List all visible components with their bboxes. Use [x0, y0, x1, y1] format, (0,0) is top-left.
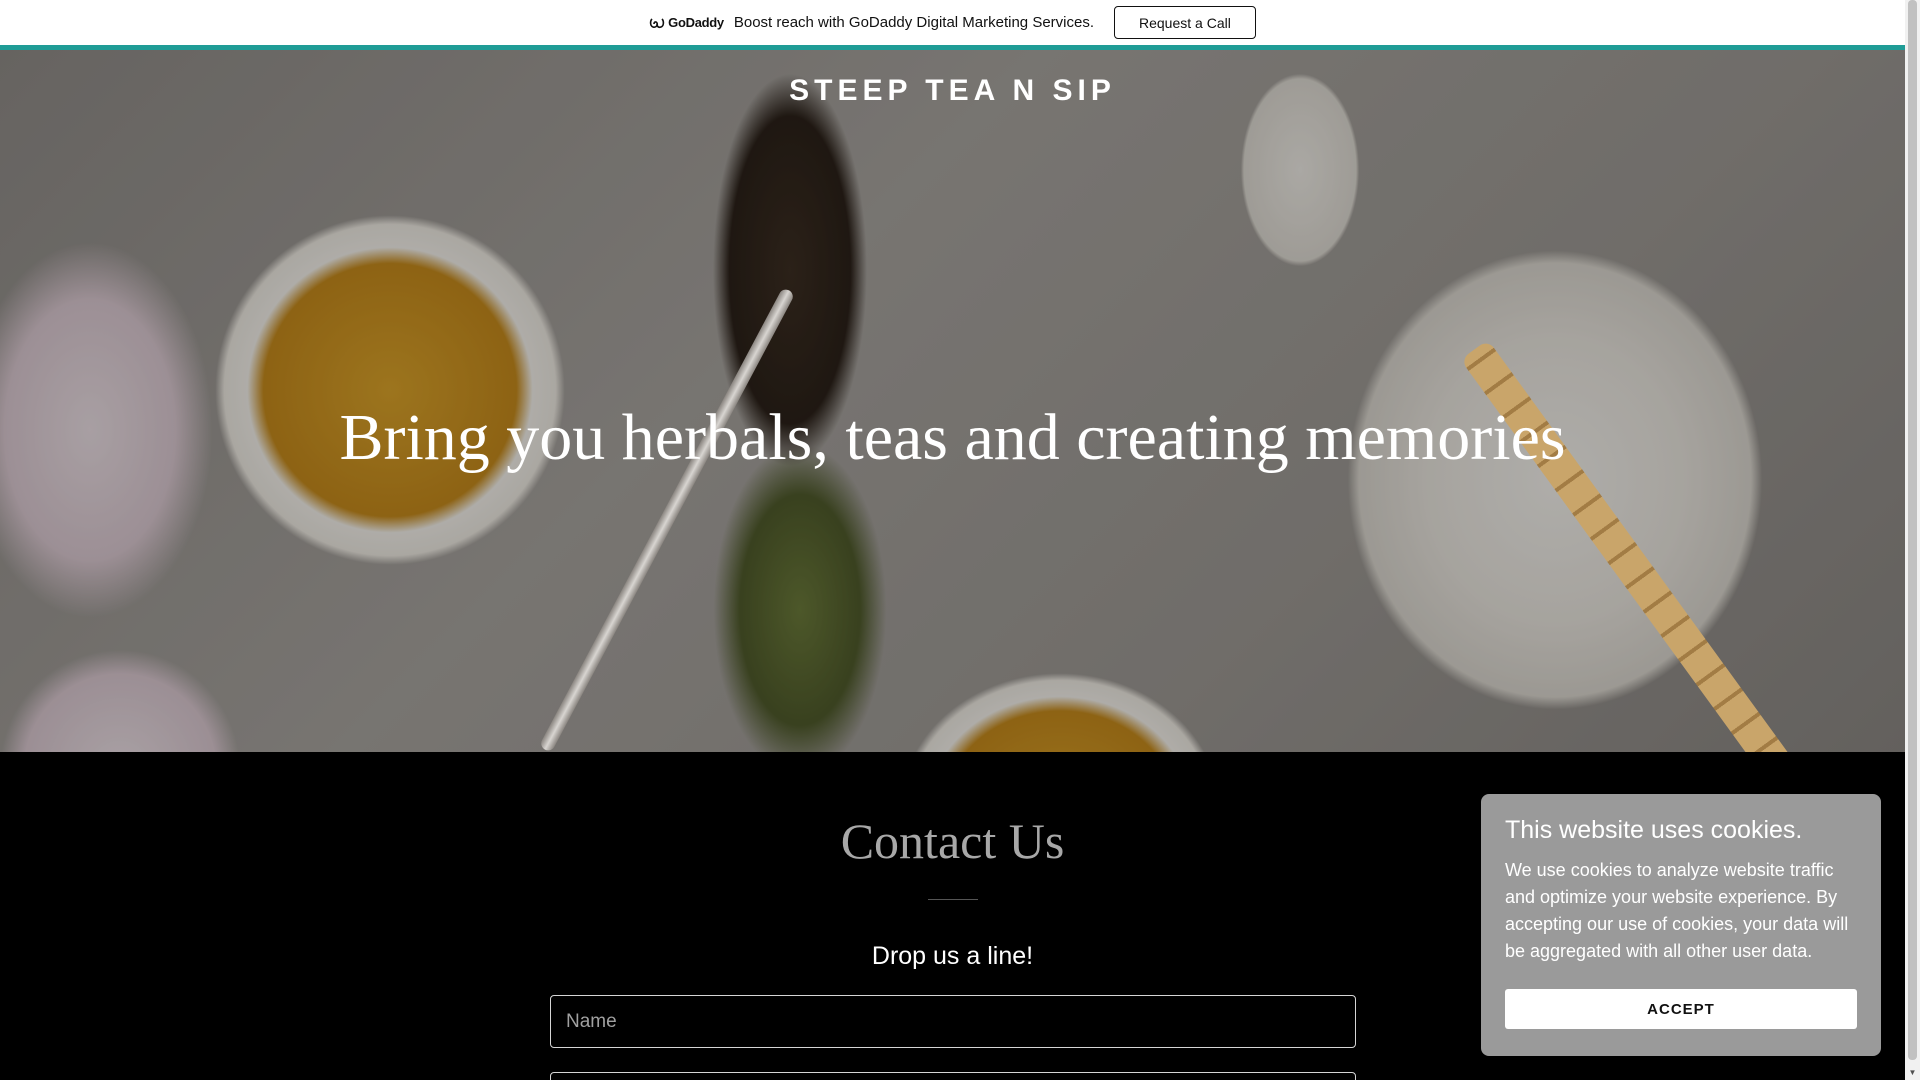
accept-cookies-button[interactable]: ACCEPT [1505, 989, 1857, 1029]
page-scrollbar[interactable]: ▼ [1905, 0, 1920, 1080]
hero-section: STEEP TEA N SIP Bring you herbals, teas … [0, 50, 1905, 752]
spoon-handle-decor [538, 287, 796, 752]
scroll-thumb[interactable] [1908, 0, 1917, 1060]
godaddy-logo-icon [649, 17, 665, 28]
site-title[interactable]: STEEP TEA N SIP [0, 74, 1905, 108]
promo-bar: GoDaddy Boost reach with GoDaddy Digital… [0, 0, 1905, 50]
godaddy-brand-text: GoDaddy [668, 15, 724, 30]
cookie-title: This website uses cookies. [1505, 816, 1803, 844]
promo-text: Boost reach with GoDaddy Digital Marketi… [733, 14, 1094, 31]
name-field[interactable] [550, 995, 1356, 1048]
chevron-down-icon[interactable]: ▼ [1905, 1065, 1920, 1080]
godaddy-logo: GoDaddy [649, 15, 724, 30]
request-call-button[interactable]: Request a Call [1114, 6, 1256, 39]
cookie-body: We use cookies to analyze website traffi… [1505, 860, 1849, 961]
page: GoDaddy Boost reach with GoDaddy Digital… [0, 0, 1920, 1080]
email-field[interactable] [550, 1072, 1356, 1080]
hero-headline: Bring you herbals, teas and creating mem… [339, 401, 1566, 474]
title-divider [928, 899, 978, 900]
cookie-banner: This website uses cookies. We use cookie… [1481, 794, 1881, 1056]
